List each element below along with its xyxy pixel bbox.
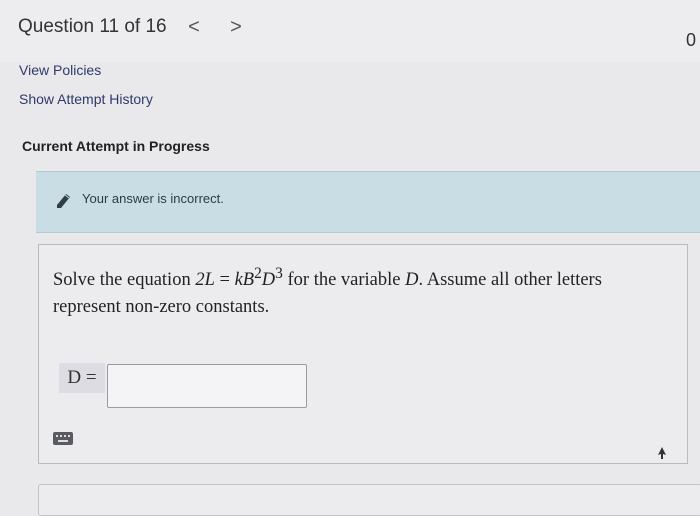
equation-d: D bbox=[261, 270, 276, 291]
exponent-b: 2 bbox=[254, 265, 262, 282]
show-attempt-history-link[interactable]: Show Attempt History bbox=[19, 91, 153, 107]
equation-b: B bbox=[242, 270, 255, 291]
question-header: Question 11 of 16 < > 0 bbox=[0, 0, 700, 62]
attempt-status-heading: Current Attempt in Progress bbox=[22, 138, 210, 154]
mouse-cursor-icon bbox=[657, 446, 667, 459]
keyboard-icon[interactable] bbox=[53, 432, 73, 445]
feedback-notice: Your answer is incorrect. bbox=[36, 171, 700, 233]
next-panel bbox=[38, 484, 700, 516]
answer-label: D = bbox=[59, 363, 105, 393]
equation-equals: = bbox=[214, 270, 235, 291]
points-value: 0 bbox=[685, 30, 696, 50]
view-policies-link[interactable]: View Policies bbox=[19, 62, 101, 78]
question-prefix: Solve the equation bbox=[53, 270, 196, 291]
question-variable: D bbox=[405, 270, 419, 291]
equation-lhs: 2L bbox=[195, 270, 215, 291]
answer-input[interactable] bbox=[107, 364, 307, 408]
question-title: Question 11 of 16 bbox=[18, 16, 167, 37]
exponent-d: 3 bbox=[275, 265, 283, 282]
pencil-icon bbox=[54, 190, 74, 210]
feedback-message: Your answer is incorrect. bbox=[82, 191, 224, 206]
question-middle: for the variable bbox=[282, 270, 406, 291]
question-panel: Solve the equation 2L = kB2D3 for the va… bbox=[38, 244, 688, 464]
equation-k: k bbox=[234, 270, 243, 291]
previous-question-button[interactable]: < bbox=[184, 16, 204, 39]
next-question-button[interactable]: > bbox=[226, 16, 246, 39]
question-text: Solve the equation 2L = kB2D3 for the va… bbox=[53, 260, 673, 321]
